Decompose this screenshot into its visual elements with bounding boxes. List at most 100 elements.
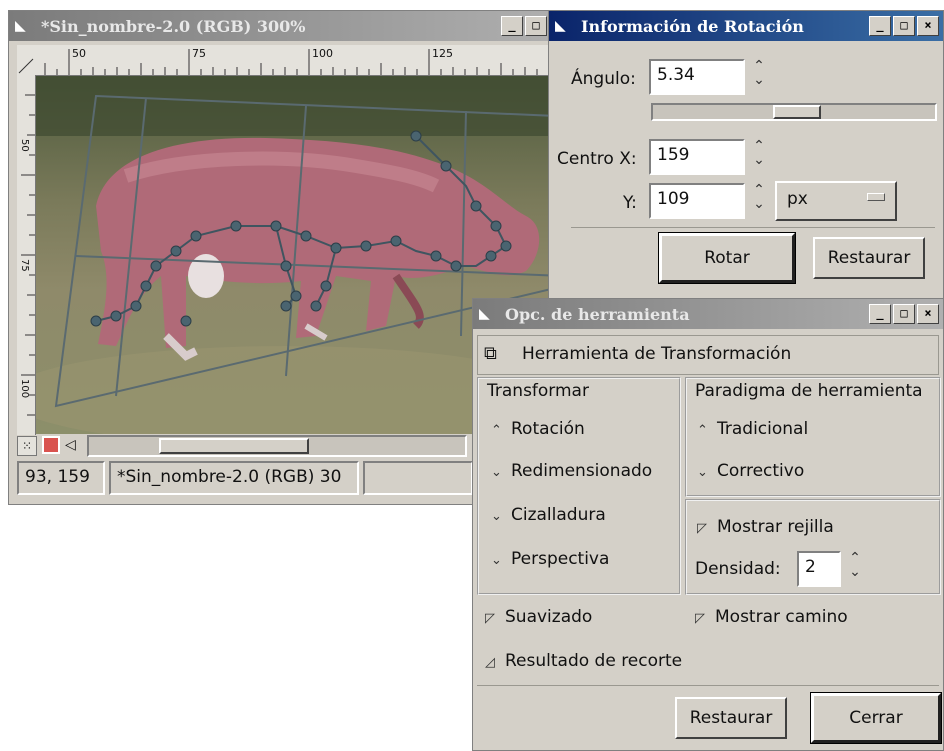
radio-label: Redimensionado [511,461,653,481]
transform-heading: Transformar [487,381,589,401]
density-value: 2 [805,557,816,577]
rotation-dialog-title: Información de Rotación [581,16,804,36]
ruler-mark: 50 [72,47,86,60]
rotate-button[interactable]: Rotar [658,232,796,284]
image-window-titlebar[interactable]: ◣ *Sin_nombre-2.0 (RGB) 300% _ □ [9,11,567,41]
tool-options-titlebar[interactable]: ◣ Opc. de herramienta _ □ × [473,299,943,329]
show-grid-checkbox[interactable]: ◸ Mostrar rejilla [697,517,834,537]
image-window-title: *Sin_nombre-2.0 (RGB) 300% [41,16,306,36]
maximize-button[interactable]: □ [893,304,915,324]
maximize-button[interactable]: □ [525,16,547,36]
checkbox-icon: ◸ [695,611,705,626]
dropdown-indicator-icon [867,193,885,201]
angle-spinner-icon[interactable]: ⌃ ⌄ [749,59,769,87]
rotation-info-dialog: ◣ Información de Rotación _ □ × Ángulo: … [548,10,944,300]
horizontal-scrollbar[interactable] [87,435,467,457]
paradigm-group: Paradigma de herramienta ⌃ Tradicional ⌄ C… [685,377,941,497]
progress-area [363,461,473,495]
radio-selected-icon: ⌃ [697,423,708,438]
checkbox-label: Suavizado [505,607,593,627]
angle-slider-handle[interactable] [773,105,821,119]
divider [477,685,939,686]
show-path-checkbox[interactable]: ◸ Mostrar camino [695,607,848,627]
close-button[interactable]: × [917,304,939,324]
density-spinner-icon[interactable]: ⌃ ⌄ [845,551,865,579]
vruler-mark: 100 [19,379,30,399]
ruler-mark: 100 [312,47,333,60]
minimize-button[interactable]: _ [501,16,523,36]
reset-options-label: Restaurar [689,708,773,728]
reset-options-button[interactable]: Restaurar [675,697,787,739]
rotation-dialog-titlebar[interactable]: ◣ Información de Rotación _ □ × [549,11,943,41]
close-options-button[interactable]: Cerrar [810,692,942,744]
ruler-mark: 75 [192,47,206,60]
radio-label: Correctivo [717,461,805,481]
radio-unselected-icon: ⌄ [697,465,708,480]
close-button[interactable]: × [917,16,939,36]
radio-label: Perspectiva [511,549,610,569]
center-y-label: Y: [623,193,637,213]
gimp-window-icon: ◣ [15,18,26,34]
ruler-corner[interactable] [17,45,35,75]
radio-resize[interactable]: ⌄ Redimensionado [491,461,652,481]
radio-traditional[interactable]: ⌃ Tradicional [697,419,808,439]
quickmask-toggle[interactable]: ⁙ [17,436,37,456]
reset-rotation-button[interactable]: Restaurar [813,237,925,279]
horizontal-ruler[interactable]: 50 75 100 125 [35,45,565,76]
transform-tool-icon: ⧉ [484,343,497,364]
tool-name: Herramienta de Transformación [522,344,792,364]
checkbox-icon: ◸ [485,611,495,626]
pointer-coordinates: 93, 159 [17,461,105,495]
density-input[interactable]: 2 [797,551,841,587]
vertical-ruler[interactable]: 50 75 100 [17,75,36,435]
vruler-mark: 75 [19,259,30,272]
checkbox-label: Mostrar camino [715,607,848,627]
close-options-label: Cerrar [849,708,903,728]
center-y-spinner-icon[interactable]: ⌃ ⌄ [749,183,769,211]
radio-unselected-icon: ⌄ [491,553,502,568]
gimp-window-icon: ◣ [479,306,490,322]
grid-group: ◸ Mostrar rejilla Densidad: 2 ⌃ ⌄ [685,499,941,595]
radio-label: Rotación [511,419,585,439]
image-status: *Sin_nombre-2.0 (RGB) 30 [109,461,359,495]
radio-shear[interactable]: ⌄ Cizalladura [491,505,606,525]
angle-label: Ángulo: [571,69,636,89]
checkbox-icon: ◿ [485,655,495,670]
navigate-icon[interactable]: ◁ [65,436,83,454]
radio-unselected-icon: ⌄ [491,465,502,480]
scrollbar-thumb[interactable] [159,438,309,454]
radio-unselected-icon: ⌄ [491,509,502,524]
clip-result-checkbox[interactable]: ◿ Resultado de recorte [485,651,682,671]
angle-slider[interactable] [651,103,937,121]
center-y-value: 109 [657,189,690,209]
checkbox-label: Mostrar rejilla [717,517,834,537]
radio-label: Tradicional [717,419,809,439]
status-text: *Sin_nombre-2.0 (RGB) 30 [117,467,342,487]
radio-rotation[interactable]: ⌃ Rotación [491,419,585,439]
tool-options-title: Opc. de herramienta [505,304,690,324]
radio-perspective[interactable]: ⌄ Perspectiva [491,549,609,569]
tool-header: ⧉ Herramienta de Transformación [477,335,939,375]
center-x-spinner-icon[interactable]: ⌃ ⌄ [749,139,769,167]
checkbox-icon: ◸ [697,521,707,536]
radio-corrective[interactable]: ⌄ Correctivo [697,461,804,481]
paradigm-heading: Paradigma de herramienta [695,381,923,401]
unit-value: px [787,189,808,209]
checkbox-label: Resultado de recorte [505,651,683,671]
tool-options-dialog: ◣ Opc. de herramienta _ □ × ⧉ Herramient… [472,298,944,751]
vruler-mark: 50 [19,139,30,152]
smoothing-checkbox[interactable]: ◸ Suavizado [485,607,592,627]
angle-input[interactable]: 5.34 [649,59,745,95]
center-x-value: 159 [657,145,690,165]
coords-text: 93, 159 [25,467,90,487]
minimize-button[interactable]: _ [869,16,891,36]
minimize-button[interactable]: _ [869,304,891,324]
transform-group: Transformar ⌃ Rotación ⌄ Redimensionado ⌄ C… [477,377,681,595]
radio-label: Cizalladura [511,505,606,525]
center-y-input[interactable]: 109 [649,183,745,219]
unit-select[interactable]: px [775,181,897,221]
quickmask-on-icon[interactable] [42,436,60,454]
density-label: Densidad: [695,559,781,579]
maximize-button[interactable]: □ [893,16,915,36]
center-x-input[interactable]: 159 [649,139,745,175]
